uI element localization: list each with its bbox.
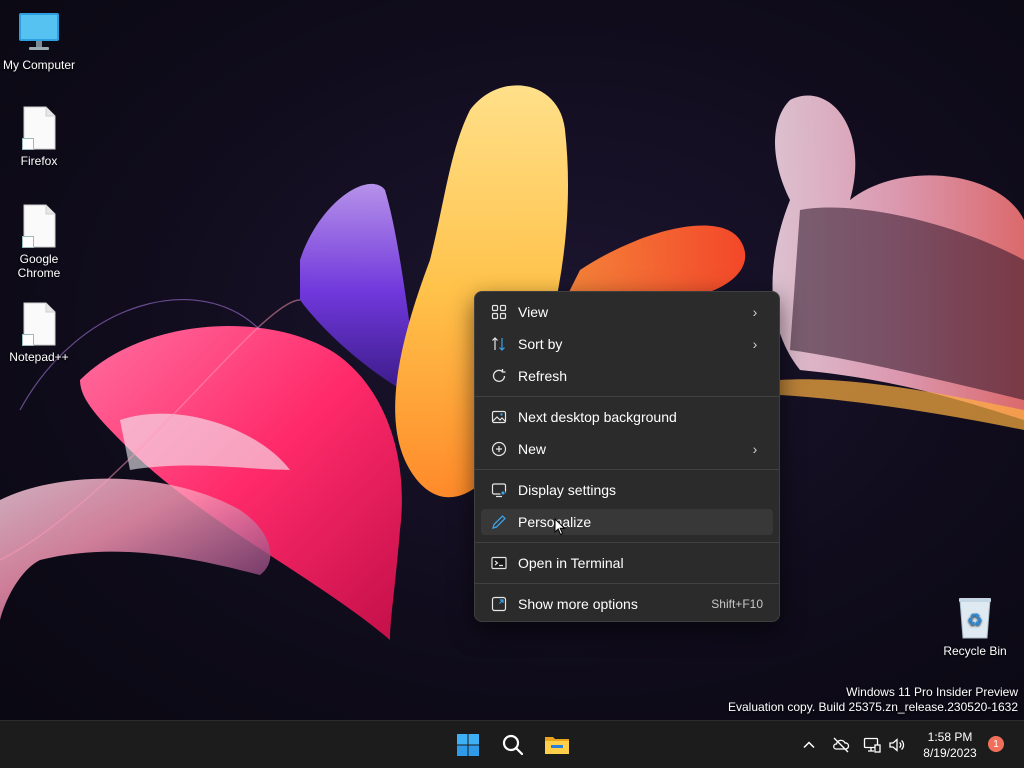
menu-item-label: Next desktop background: [518, 409, 677, 425]
mouse-cursor-icon: [554, 518, 566, 536]
menu-item-label: Display settings: [518, 482, 617, 498]
menu-item-sort-by[interactable]: Sort by ›: [481, 331, 773, 357]
sort-arrows-icon: [489, 334, 509, 354]
watermark-edition: Windows 11 Pro Insider Preview: [846, 685, 1018, 699]
shortcut-arrow-icon: [22, 236, 34, 248]
grid-view-icon: [489, 302, 509, 322]
expand-icon: [489, 594, 509, 614]
desktop-icon-label: Google Chrome: [17, 252, 61, 280]
clock-date: 8/19/2023: [923, 746, 977, 760]
menu-separator: [475, 469, 779, 470]
chevron-right-icon: ›: [752, 336, 758, 352]
menu-item-label: New: [518, 441, 547, 457]
desktop-icon-recycle-bin[interactable]: ♻ Recycle Bin: [937, 596, 1013, 658]
monitor-icon: [17, 10, 61, 54]
clock-time: 1:58 PM: [927, 730, 973, 744]
menu-item-next-desktop-background[interactable]: Next desktop background: [481, 404, 773, 430]
pencil-icon: [489, 512, 509, 532]
menu-item-label: Refresh: [518, 368, 568, 384]
watermark-build: Evaluation copy. Build 25375.zn_release.…: [728, 700, 1018, 714]
taskbar-clock[interactable]: 1:58 PM 8/19/2023: [908, 729, 992, 761]
file-shortcut-icon: [22, 106, 56, 150]
file-shortcut-icon: [22, 302, 56, 346]
chevron-up-icon[interactable]: [799, 735, 819, 755]
network-offline-icon[interactable]: [831, 735, 851, 755]
menu-item-personalize[interactable]: Personalize: [481, 509, 773, 535]
plus-circle-icon: [489, 439, 509, 459]
shortcut-arrow-icon: [22, 138, 34, 150]
shortcut-arrow-icon: [22, 334, 34, 346]
terminal-icon: [489, 553, 509, 573]
chevron-right-icon: ›: [752, 441, 758, 457]
menu-item-label: Sort by: [518, 336, 563, 352]
taskbar: 1:58 PM 8/19/2023: [0, 720, 1024, 768]
menu-separator: [475, 396, 779, 397]
menu-item-new[interactable]: New ›: [481, 436, 773, 462]
desktop-icon-notepad-plus-plus[interactable]: Notepad++: [1, 302, 77, 364]
desktop-icon-firefox[interactable]: Firefox: [1, 106, 77, 168]
menu-item-refresh[interactable]: Refresh: [481, 363, 773, 389]
desktop-icon-google-chrome[interactable]: Google Chrome: [1, 204, 77, 280]
search-icon: [502, 734, 524, 756]
menu-item-label: Open in Terminal: [518, 555, 624, 571]
refresh-icon: [489, 366, 509, 386]
search-button[interactable]: [495, 727, 531, 763]
desktop-icon-label: My Computer: [2, 58, 76, 72]
menu-item-open-in-terminal[interactable]: Open in Terminal: [481, 550, 773, 576]
desktop[interactable]: My Computer Firefox Google Chrome Notepa…: [0, 0, 1024, 720]
display-settings-icon: [489, 480, 509, 500]
folder-icon: [545, 737, 569, 754]
recycle-bin-icon: ♻: [955, 596, 995, 640]
menu-item-label: Show more options: [518, 596, 638, 612]
file-shortcut-icon: [22, 204, 56, 248]
desktop-icon-label: Recycle Bin: [943, 644, 1007, 658]
menu-item-label: View: [518, 304, 549, 320]
display-icon[interactable]: [862, 735, 882, 755]
menu-item-show-more-options[interactable]: Show more options Shift+F10: [481, 591, 773, 617]
image-icon: [489, 407, 509, 427]
keyboard-shortcut: Shift+F10: [711, 597, 763, 611]
desktop-context-menu: View › Sort by › Refresh Next desktop ba…: [474, 291, 780, 622]
menu-item-display-settings[interactable]: Display settings: [481, 477, 773, 503]
menu-item-view[interactable]: View ›: [481, 299, 773, 325]
file-explorer-button[interactable]: [539, 727, 575, 763]
chevron-right-icon: ›: [752, 304, 758, 320]
desktop-icon-label: Notepad++: [9, 350, 69, 364]
desktop-icon-label: Firefox: [20, 154, 58, 168]
evaluation-watermark: Windows 11 Pro Insider Preview Evaluatio…: [728, 685, 1018, 715]
menu-separator: [475, 542, 779, 543]
notification-badge[interactable]: 1: [988, 736, 1004, 752]
start-button[interactable]: [450, 727, 486, 763]
desktop-icon-my-computer[interactable]: My Computer: [1, 10, 77, 72]
menu-separator: [475, 583, 779, 584]
windows-logo-icon: [457, 734, 479, 756]
volume-icon[interactable]: [887, 735, 907, 755]
svg-text:♻: ♻: [967, 610, 983, 631]
